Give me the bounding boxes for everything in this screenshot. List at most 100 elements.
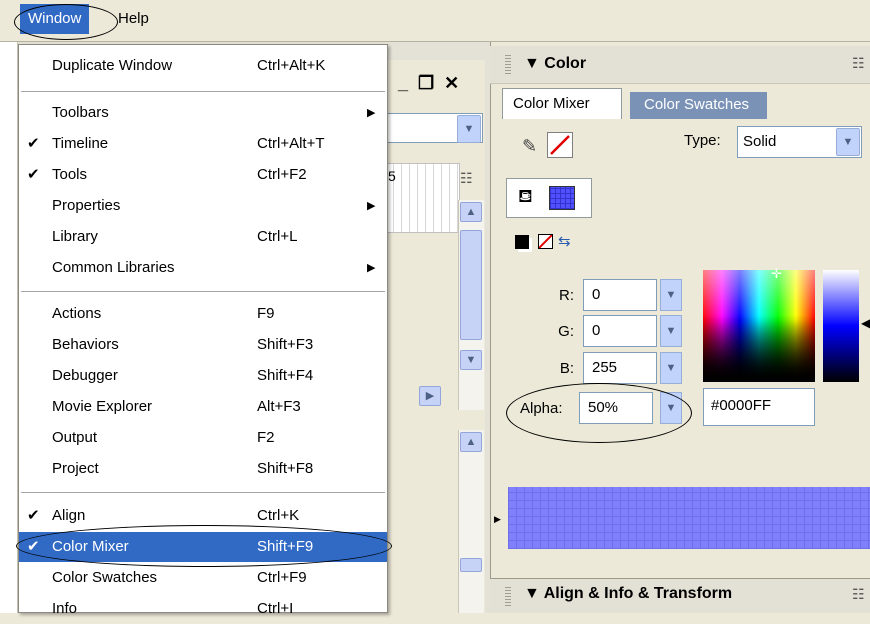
tab-color-mixer[interactable]: Color Mixer [502,88,622,120]
collapse-arrow-icon[interactable]: ▼ [524,55,544,72]
collapse-arrow-icon[interactable]: ▼ [524,585,544,602]
tab-color-swatches[interactable]: Color Swatches [630,92,768,120]
menu-item-toolbars[interactable]: Toolbars ▶ [19,98,387,128]
menu-item-label: Movie Explorer [52,398,153,415]
chevron-down-icon[interactable]: ▼ [660,279,682,311]
menu-item-duplicate-window[interactable]: Duplicate Window Ctrl+Alt+K [19,51,387,81]
highlight-ellipse-window [14,4,118,40]
channel-label-r: R: [559,287,574,304]
menu-separator [21,492,385,493]
panel-grip[interactable] [505,54,511,74]
chevron-down-icon[interactable]: ▼ [660,352,682,384]
scroll-thumb[interactable] [460,558,482,572]
no-stroke-icon[interactable] [547,132,573,158]
channel-label-b: B: [559,360,574,377]
scroll-up-icon[interactable]: ▲ [460,202,482,222]
channel-input-b[interactable]: 255 [583,352,657,384]
menu-item-label: Debugger [52,367,118,384]
menu-item-movie-explorer[interactable]: Movie Explorer Alt+F3 [19,392,387,422]
menu-item-debugger[interactable]: Debugger Shift+F4 [19,361,387,391]
menu-item-output[interactable]: Output F2 [19,423,387,453]
brightness-pointer-icon[interactable]: ◀ [861,316,870,330]
channel-input-r[interactable]: 0 [583,279,657,311]
chevron-down-icon[interactable]: ▼ [660,315,682,347]
channel-label-g: G: [558,323,574,340]
pencil-icon[interactable]: ✎ [522,136,537,157]
panel-title-text: Align & Info & Transform [543,585,733,602]
panel-grip[interactable] [505,586,511,606]
stage-vscrollbar[interactable]: ▲ [458,430,484,613]
swap-colors-icon[interactable]: ⇆ [558,232,571,250]
scroll-up-icon[interactable]: ▲ [460,432,482,452]
check-icon: ✔ [27,135,40,152]
menu-item-label: Info [52,600,78,617]
type-label: Type: [684,132,721,149]
scroll-thumb[interactable] [460,230,482,340]
chevron-down-icon[interactable]: ▼ [457,115,481,143]
timeline-options-icon[interactable]: ☷ [460,170,473,187]
menu-item-shortcut: Shift+F4 [257,367,314,384]
menu-item-label: Duplicate Window [52,57,173,74]
menu-item-properties[interactable]: Properties ▶ [19,191,387,221]
brightness-slider[interactable] [823,270,859,382]
menu-item-info[interactable]: Info Ctrl+I [19,594,387,624]
spectrum-shading [703,270,815,382]
menu-item-label: Toolbars [52,104,109,121]
panel-title-text: Color [544,55,587,72]
paint-bucket-icon[interactable]: ⛾ [518,186,533,210]
menu-item-label: Align [52,507,86,524]
menu-separator [21,291,385,292]
menu-item-shortcut: Shift+F8 [257,460,314,477]
close-icon[interactable]: ✕ [444,73,469,93]
fill-swatch-icon[interactable] [549,186,575,210]
menu-item-shortcut: Ctrl+F9 [257,569,307,586]
menu-separator [21,91,385,92]
menu-item-project[interactable]: Project Shift+F8 [19,454,387,484]
menu-item-label: Tools [52,166,88,183]
crosshair-icon[interactable]: ✛ [771,266,782,282]
color-preview-swatch [508,487,870,549]
black-white-icon[interactable] [515,235,529,249]
options-menu-icon[interactable]: ☷ [852,55,865,72]
menu-item-library[interactable]: Library Ctrl+L [19,222,387,252]
menu-item-behaviors[interactable]: Behaviors Shift+F3 [19,330,387,360]
timeline-vscrollbar[interactable]: ▲ ▼ ▶ [419,200,484,410]
frame-number: 5 [388,168,396,184]
type-select[interactable]: Solid ▼ [737,126,862,158]
restore-icon[interactable]: ❐ [418,73,444,93]
scroll-right-icon[interactable]: ▶ [419,386,441,406]
submenu-arrow-icon: ▶ [367,200,376,212]
panel-resize-arrow-icon[interactable]: ▶ [494,514,501,525]
menu-item-label: Actions [52,305,102,322]
align-panel-title[interactable]: ▼ Align & Info & Transform [524,585,732,603]
no-color-icon[interactable] [538,234,553,249]
menu-item-common-libraries[interactable]: Common Libraries ▶ [19,253,387,283]
menu-item-shortcut: Ctrl+Alt+T [257,135,325,152]
menu-item-label: Timeline [52,135,109,152]
menu-item-shortcut: Ctrl+F2 [257,166,307,183]
menu-item-actions[interactable]: Actions F9 [19,299,387,329]
channel-input-g[interactable]: 0 [583,315,657,347]
scene-dropdown[interactable]: ▼ [385,113,483,143]
menu-item-shortcut: F2 [257,429,275,446]
menu-item-shortcut: Ctrl+Alt+K [257,57,326,74]
submenu-arrow-icon: ▶ [367,107,376,119]
menu-item-timeline[interactable]: ✔ Timeline Ctrl+Alt+T [19,129,387,159]
chevron-down-icon[interactable]: ▼ [836,128,860,156]
scroll-down-icon[interactable]: ▼ [460,350,482,370]
menu-item-label: Common Libraries [52,259,175,276]
color-panel-title[interactable]: ▼ Color [524,55,586,73]
highlight-ellipse-alpha [506,383,692,443]
timeline-ruler[interactable]: 5 [385,163,460,233]
menu-item-shortcut: Ctrl+L [257,228,298,245]
panel-window-controls[interactable]: _❐✕ [398,73,478,99]
menu-item-color-swatches[interactable]: Color Swatches Ctrl+F9 [19,563,387,593]
menu-item-tools[interactable]: ✔ Tools Ctrl+F2 [19,160,387,190]
menu-item-label: Behaviors [52,336,119,353]
menu-item-shortcut: Alt+F3 [257,398,301,415]
menu-item-label: Project [52,460,99,477]
hex-input[interactable]: #0000FF [703,388,815,426]
options-menu-icon[interactable]: ☷ [852,586,865,603]
stage-strip [0,42,18,613]
minimize-icon[interactable]: _ [398,73,418,93]
